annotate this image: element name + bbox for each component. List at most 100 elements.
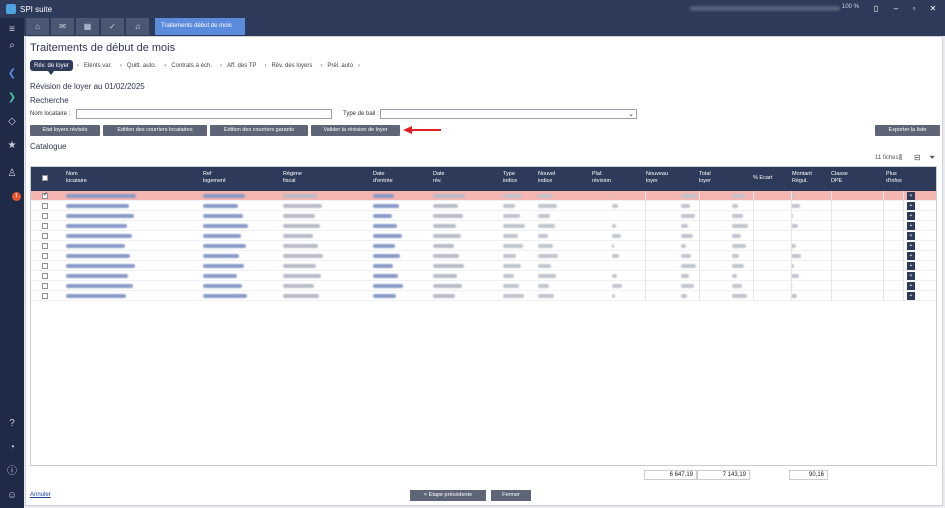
row-checkbox[interactable] bbox=[42, 293, 48, 299]
plus-infos-button[interactable]: + bbox=[907, 222, 915, 230]
etat-loyers-button[interactable]: Etat loyers révisés bbox=[30, 125, 100, 136]
plus-infos-button[interactable]: + bbox=[907, 242, 915, 250]
type-bail-select[interactable]: ⌄ bbox=[380, 109, 637, 119]
row-checkbox[interactable] bbox=[42, 283, 48, 289]
step-prel-auto[interactable]: › Prél. auto › bbox=[316, 63, 364, 69]
table-row[interactable]: + bbox=[31, 271, 936, 281]
plus-infos-button[interactable]: + bbox=[907, 252, 915, 260]
edition-garants-button[interactable]: Edition des courriers garants bbox=[210, 125, 308, 136]
cell-divider bbox=[645, 281, 646, 291]
select-all-checkbox[interactable] bbox=[42, 175, 48, 181]
arrow-right-icon[interactable]: ❯ bbox=[0, 88, 24, 108]
mail-icon[interactable]: ✉ bbox=[51, 18, 74, 35]
blurred-cell bbox=[433, 264, 464, 268]
star-icon[interactable]: ★ bbox=[0, 136, 24, 156]
maximize-icon[interactable]: ▫ bbox=[906, 2, 922, 16]
nom-locataire-input[interactable] bbox=[76, 109, 332, 119]
table-row[interactable]: + bbox=[31, 221, 936, 231]
bell-alert-icon[interactable]: ♙ bbox=[0, 164, 24, 184]
header-total-loyer[interactable]: Total loyer bbox=[699, 171, 711, 185]
cell-divider bbox=[791, 281, 792, 291]
filter-icon[interactable]: ⏷ bbox=[929, 153, 935, 163]
minimize-icon[interactable]: – bbox=[888, 2, 904, 16]
table-row[interactable]: + bbox=[31, 261, 936, 271]
cell-divider bbox=[645, 291, 646, 301]
user-icon[interactable]: ☺ bbox=[0, 486, 24, 506]
header-plus-infos[interactable]: Plus d'infos bbox=[886, 171, 902, 185]
table-row[interactable]: + bbox=[31, 281, 936, 291]
calendar-icon[interactable]: ▦ bbox=[76, 18, 99, 35]
step-aff-tp[interactable]: › Aff. des TP bbox=[216, 63, 260, 69]
home-icon[interactable]: ⌂ bbox=[26, 18, 49, 35]
arrow-left-icon[interactable]: ❮ bbox=[0, 64, 24, 84]
header-plaf-revision[interactable]: Plaf. révision bbox=[592, 171, 611, 185]
header-classe-dpe[interactable]: Classe DPE bbox=[831, 171, 848, 185]
info-icon[interactable]: ⓘ bbox=[0, 462, 24, 482]
tab-traitements[interactable]: Traitements début de mois bbox=[155, 18, 245, 35]
edition-locataires-button[interactable]: Edition des courriers locataires bbox=[103, 125, 207, 136]
row-checkbox[interactable] bbox=[42, 213, 48, 219]
header-nom[interactable]: Nom locataire bbox=[66, 171, 87, 185]
bell-icon[interactable]: ♫ bbox=[126, 18, 149, 35]
annuler-link[interactable]: Annuler bbox=[30, 492, 51, 498]
cell-divider bbox=[883, 271, 884, 281]
blurred-cell bbox=[503, 294, 524, 298]
header-regime[interactable]: Régime fiscal bbox=[283, 171, 302, 185]
header-ref[interactable]: Ref logement bbox=[203, 171, 226, 185]
revision-subtitle: Révision de loyer au 01/02/2025 bbox=[30, 82, 145, 91]
step-quitt-auto[interactable]: › Quitt. auto. bbox=[116, 63, 160, 69]
columns-icon[interactable]: ⫴ bbox=[899, 153, 902, 163]
plus-infos-button[interactable]: + bbox=[907, 212, 915, 220]
row-checkbox[interactable] bbox=[42, 243, 48, 249]
table-row[interactable]: + bbox=[31, 241, 936, 251]
step-rev-loyers[interactable]: › Rév. des loyers bbox=[260, 63, 316, 69]
step-contrats[interactable]: › Contrats à éch. bbox=[160, 63, 216, 69]
diamond-icon[interactable]: ◇ bbox=[0, 112, 24, 132]
table-row[interactable]: + bbox=[31, 231, 936, 241]
step-elements-var[interactable]: › Elénts var. bbox=[73, 63, 116, 69]
plus-infos-button[interactable]: + bbox=[907, 292, 915, 300]
table-row[interactable]: + bbox=[31, 201, 936, 211]
blurred-cell bbox=[373, 194, 394, 198]
step-rev-loyer[interactable]: Rév. de loyer bbox=[30, 60, 73, 71]
row-checkbox[interactable] bbox=[42, 263, 48, 269]
export-icon[interactable]: ⊟ bbox=[914, 153, 921, 162]
support-icon[interactable]: ◔ bbox=[0, 438, 24, 458]
blurred-cell bbox=[538, 194, 552, 198]
row-checkbox[interactable] bbox=[42, 203, 48, 209]
row-checkbox[interactable] bbox=[42, 233, 48, 239]
header-date-rev[interactable]: Date rév. bbox=[433, 171, 445, 185]
zoom-level[interactable]: 100 % bbox=[842, 4, 859, 10]
table-row[interactable]: + bbox=[31, 211, 936, 221]
plus-infos-button[interactable]: + bbox=[907, 272, 915, 280]
header-nouveau-loyer[interactable]: Nouveau loyer bbox=[646, 171, 668, 185]
cell-divider bbox=[831, 191, 832, 201]
plus-infos-button[interactable]: + bbox=[907, 282, 915, 290]
fermer-button[interactable]: Fermer bbox=[491, 490, 531, 501]
header-ecart[interactable]: % Ecart bbox=[753, 175, 772, 182]
document-icon[interactable]: ▯ bbox=[868, 2, 884, 16]
blurred-cell bbox=[373, 214, 392, 218]
header-date-entree[interactable]: Date d'entrée bbox=[373, 171, 393, 185]
table-row[interactable]: + bbox=[31, 291, 936, 301]
search-icon[interactable]: ⌕ bbox=[0, 36, 24, 56]
row-checkbox[interactable] bbox=[42, 191, 48, 199]
header-nouvel-indice[interactable]: Nouvel indice bbox=[538, 171, 555, 185]
etape-precedente-button[interactable]: < Etape précédente bbox=[410, 490, 486, 501]
table-row[interactable]: + bbox=[31, 251, 936, 261]
row-checkbox[interactable] bbox=[42, 223, 48, 229]
plus-infos-button[interactable]: + bbox=[907, 202, 915, 210]
table-row[interactable]: + bbox=[31, 191, 936, 201]
exporter-liste-button[interactable]: Exporter la liste bbox=[875, 125, 940, 136]
plus-infos-button[interactable]: + bbox=[907, 192, 915, 200]
header-type-indice[interactable]: Type indice bbox=[503, 171, 517, 185]
header-montant-regul[interactable]: Montant Régul. bbox=[792, 171, 812, 185]
row-checkbox[interactable] bbox=[42, 273, 48, 279]
row-checkbox[interactable] bbox=[42, 253, 48, 259]
close-icon[interactable]: ✕ bbox=[925, 2, 941, 16]
help-icon[interactable]: ? bbox=[0, 414, 24, 434]
check-icon[interactable]: ✓ bbox=[101, 18, 124, 35]
valider-revision-button[interactable]: Valider la révision de loyer bbox=[311, 125, 400, 136]
plus-infos-button[interactable]: + bbox=[907, 232, 915, 240]
plus-infos-button[interactable]: + bbox=[907, 262, 915, 270]
